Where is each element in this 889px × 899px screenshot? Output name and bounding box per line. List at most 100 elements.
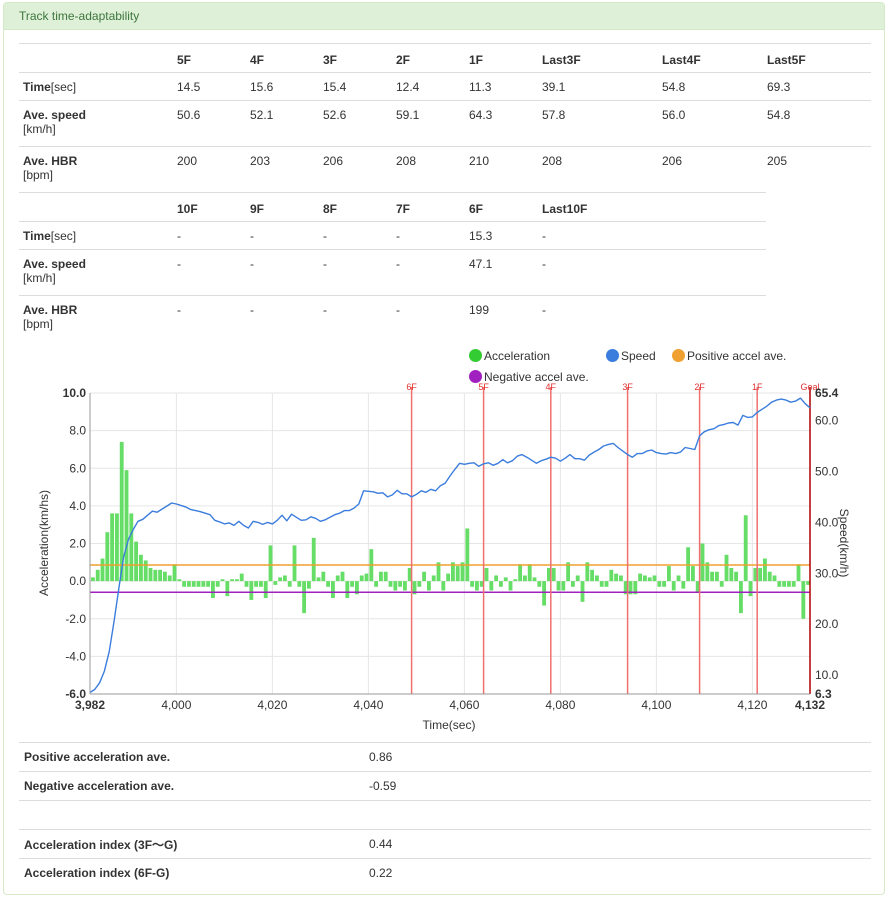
split-stats-table-2: 10F 9F 8F 7F 6F Last10F Time[sec] - - - … xyxy=(19,192,766,342)
table-cell: 39.1 xyxy=(542,72,662,101)
acceleration-bar xyxy=(398,581,403,587)
acceleration-bar xyxy=(729,567,734,582)
x-tick-label: 4,040 xyxy=(353,698,383,712)
acceleration-bar xyxy=(503,577,508,582)
x-tick-label: 4,060 xyxy=(449,698,479,712)
track-time-adaptability-panel: Track time-adaptability 5F 4F 3F 2F 1F L… xyxy=(3,2,885,895)
table-header-cell: 6F xyxy=(469,192,542,222)
table-cell: 15.6 xyxy=(250,72,323,101)
acceleration-bar xyxy=(508,581,513,591)
acceleration-bar xyxy=(134,541,139,582)
row-label: Ave. speed [km/h] xyxy=(19,249,177,296)
table-header-cell xyxy=(19,43,177,73)
table-header-cell: Last10F xyxy=(542,192,766,222)
table-cell: - xyxy=(542,221,766,250)
acceleration-bar xyxy=(129,513,134,582)
acceleration-bar xyxy=(340,571,345,582)
acceleration-bar xyxy=(220,579,225,582)
table-cell: 208 xyxy=(542,146,662,193)
acceleration-bar xyxy=(609,569,614,582)
table-cell: 206 xyxy=(323,146,396,193)
table-header-cell: 1F xyxy=(469,43,542,73)
table-cell: 57.8 xyxy=(542,100,662,147)
acceleration-bar xyxy=(283,575,287,582)
acceleration-bar xyxy=(537,581,542,587)
table-cell: - xyxy=(177,295,250,342)
acceleration-bar xyxy=(335,575,340,582)
table-cell: - xyxy=(250,295,323,342)
summary-row: Acceleration index (6F-G) 0.22 xyxy=(19,858,871,887)
row-label: Ave. HBR [bpm] xyxy=(19,146,177,193)
table-row: Time[sec] - - - - 15.3 - xyxy=(19,221,766,250)
acceleration-bar xyxy=(211,581,215,599)
acceleration-bar xyxy=(532,577,537,582)
acceleration-bar xyxy=(638,573,643,582)
acceleration-bar xyxy=(494,575,499,582)
acceleration-bar xyxy=(489,581,494,591)
table-row: Ave. speed [km/h] - - - - 47.1 - xyxy=(19,249,766,296)
acceleration-bar xyxy=(657,581,662,587)
row-unit: [km/h] xyxy=(23,122,56,136)
acceleration-bar xyxy=(575,575,580,582)
table-cell: 50.6 xyxy=(177,100,250,147)
summary-spacer-row xyxy=(19,800,871,830)
table-cell: - xyxy=(250,249,323,296)
acceleration-bar xyxy=(364,573,369,582)
y-right-tick-label: 10.0 xyxy=(815,668,839,682)
y-left-tick-label: -4.0 xyxy=(65,649,86,663)
acceleration-bar xyxy=(148,567,153,582)
acceleration-bar xyxy=(763,558,767,582)
acceleration-bar xyxy=(777,581,782,587)
furlong-marker-label: 3F xyxy=(622,382,633,392)
y-axis-left-title: Acceleration(km/hs) xyxy=(37,490,51,596)
acceleration-bar xyxy=(206,581,211,587)
table-cell: - xyxy=(323,295,396,342)
acceleration-bar xyxy=(302,581,307,614)
summary-label: Positive acceleration ave. xyxy=(19,742,364,772)
y-right-tick-label: 40.0 xyxy=(815,515,839,529)
acceleration-bar xyxy=(431,575,436,582)
summary-label: Acceleration index (3F～G) xyxy=(19,829,364,859)
acceleration-bar xyxy=(187,581,191,587)
acceleration-bar xyxy=(422,571,427,582)
acceleration-bar xyxy=(527,564,532,582)
acceleration-bar xyxy=(662,581,667,587)
acceleration-bar xyxy=(316,577,321,582)
acceleration-bar xyxy=(249,581,254,600)
table-cell: 14.5 xyxy=(177,72,250,101)
summary-row: Negative acceleration ave. -0.59 xyxy=(19,771,871,801)
table-header-cell: Last5F xyxy=(767,43,871,73)
acceleration-bar xyxy=(403,581,407,591)
acceleration-bar xyxy=(671,581,676,591)
row-label: Ave. HBR [bpm] xyxy=(19,295,177,342)
row-label-text: Ave. HBR xyxy=(23,154,78,168)
acceleration-bar xyxy=(748,581,753,597)
acceleration-bar xyxy=(321,571,326,582)
acceleration-bar xyxy=(297,581,302,587)
table-header-cell: Last3F xyxy=(542,43,662,73)
x-tick-label: 4,020 xyxy=(257,698,287,712)
table-header-cell: 5F xyxy=(177,43,250,73)
row-label: Time[sec] xyxy=(19,72,177,101)
table-header-cell: 9F xyxy=(250,192,323,222)
acceleration-bar xyxy=(225,581,230,597)
acceleration-bar xyxy=(681,581,686,589)
table-cell: - xyxy=(396,295,469,342)
x-tick-label: 4,000 xyxy=(161,698,191,712)
row-label-text: Ave. speed xyxy=(23,108,86,122)
table-header-cell: 7F xyxy=(396,192,469,222)
acceleration-bar xyxy=(235,579,239,582)
acceleration-bar xyxy=(691,566,695,582)
table-cell: - xyxy=(323,221,396,250)
furlong-marker-label: 5F xyxy=(478,382,489,392)
acceleration-bar xyxy=(215,581,220,587)
table-cell: 47.1 xyxy=(469,249,542,296)
acceleration-bar xyxy=(791,581,796,587)
acceleration-bar xyxy=(292,545,297,582)
acceleration-bar xyxy=(95,569,100,582)
table-cell: 15.4 xyxy=(323,72,396,101)
acceleration-bar xyxy=(767,571,772,582)
table-cell: 56.0 xyxy=(662,100,767,147)
acceleration-bar xyxy=(614,573,619,582)
chart-plot-svg: 6F 5F 4F 3F 2F 1F Goal 3,982 4,000 4,020 4,040 4,0… xyxy=(37,382,851,732)
